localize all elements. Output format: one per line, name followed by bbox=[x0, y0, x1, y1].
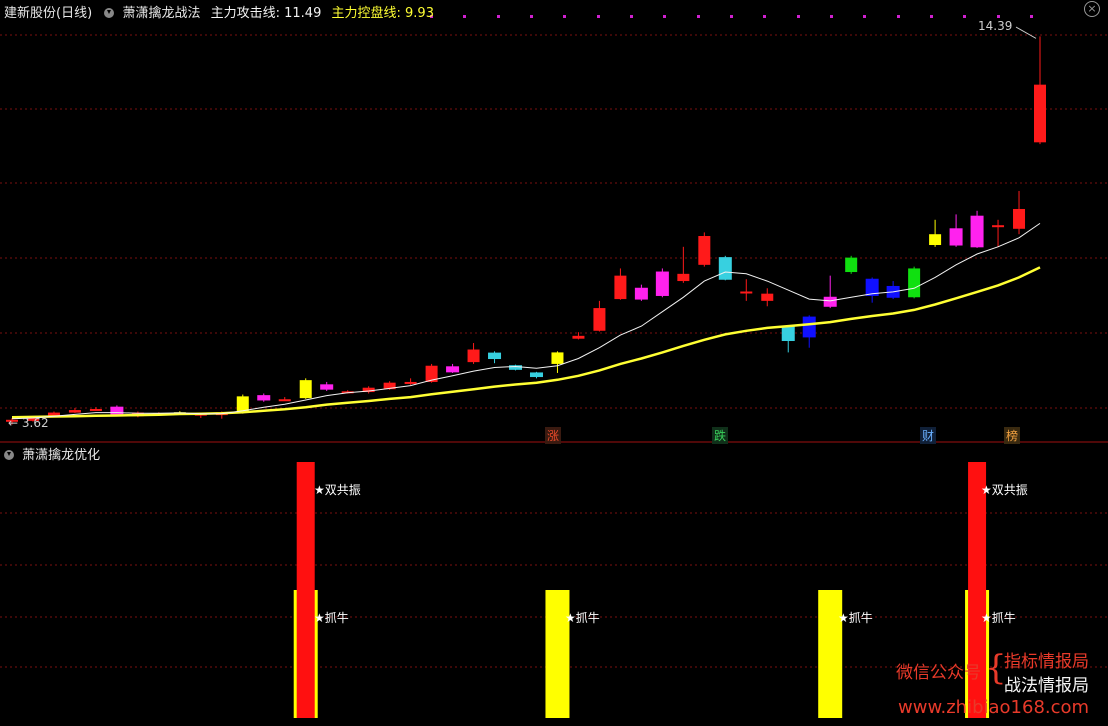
top-marker-dot-1 bbox=[463, 15, 466, 18]
candle-body-15 bbox=[320, 384, 334, 390]
watermark-site: www.zhibiao168.com bbox=[898, 697, 1090, 718]
candle-body-21 bbox=[446, 366, 460, 373]
top-marker-dot-4 bbox=[563, 15, 566, 18]
top-marker-dot-13 bbox=[863, 15, 866, 18]
strategy-name[interactable]: 萧潇擒龙战法 bbox=[122, 6, 200, 21]
double-resonance-bar-0 bbox=[296, 462, 315, 718]
candle-body-28 bbox=[593, 308, 606, 331]
catch-bull-label-2: ★抓牛 bbox=[565, 611, 600, 625]
high-price-label: 14.39 bbox=[978, 19, 1013, 33]
candle-body-3 bbox=[68, 410, 81, 413]
top-marker-dot-2 bbox=[497, 15, 500, 18]
control-line-value: 9.93 bbox=[405, 6, 434, 21]
top-marker-dot-5 bbox=[597, 15, 600, 18]
close-icon[interactable]: × bbox=[1084, 1, 1100, 17]
candle-body-37 bbox=[781, 325, 795, 342]
low-price-label: ← 3.62 bbox=[8, 416, 49, 430]
candle-body-4 bbox=[89, 408, 102, 411]
candle-body-5 bbox=[110, 406, 124, 415]
control-line-label: 主力控盘线: bbox=[331, 6, 401, 21]
candle-body-46 bbox=[970, 215, 984, 248]
candle-body-12 bbox=[257, 395, 271, 401]
top-marker-dot-18 bbox=[1030, 15, 1033, 18]
event-tag-finance-text: 财 bbox=[922, 429, 935, 443]
sub-panel-bars bbox=[293, 462, 990, 718]
double-resonance-label-2: ★双共振 bbox=[981, 483, 1028, 497]
control-line bbox=[11, 266, 1041, 419]
candle-body-35 bbox=[740, 291, 753, 294]
top-marker-dot-10 bbox=[763, 15, 766, 18]
top-marker-dot-6 bbox=[630, 15, 633, 18]
event-tag-fall-text: 跌 bbox=[714, 429, 727, 443]
candle-body-47 bbox=[992, 225, 1005, 228]
candle-body-40 bbox=[845, 257, 858, 273]
candle-body-31 bbox=[655, 271, 669, 296]
grid-lines bbox=[0, 15, 1108, 668]
high-price-pointer bbox=[1015, 26, 1037, 39]
top-marker-dot-11 bbox=[797, 15, 800, 18]
stock-name[interactable]: 建新股份(日线) bbox=[4, 6, 92, 21]
candle-body-14 bbox=[299, 380, 312, 399]
chart-stage: 建新股份(日线) 萧潇擒龙战法 主力攻击线: 11.49 主力控盘线: 9.93… bbox=[0, 0, 1108, 722]
candle-body-49 bbox=[1034, 84, 1046, 143]
candle-body-39 bbox=[823, 296, 837, 307]
indicator-lines bbox=[11, 26, 1041, 420]
event-tag-rank-text: 榜 bbox=[1006, 429, 1019, 443]
candle-body-48 bbox=[1013, 208, 1026, 229]
header-bar: 建新股份(日线) 萧潇擒龙战法 主力攻击线: 11.49 主力控盘线: 9.93 bbox=[4, 2, 434, 21]
catch-bull-label-4: ★抓牛 bbox=[981, 611, 1016, 625]
event-tag-rise-text: 涨 bbox=[547, 429, 560, 443]
sub-panel-dropdown-icon[interactable] bbox=[4, 449, 14, 460]
watermark-line2: 战法情报局 bbox=[1004, 676, 1089, 696]
candle-body-27 bbox=[572, 335, 585, 339]
top-marker-dot-17 bbox=[997, 15, 1000, 18]
dropdown-icon[interactable] bbox=[104, 7, 115, 18]
candle-body-36 bbox=[761, 293, 774, 301]
candles-layer bbox=[6, 36, 1046, 425]
candle-body-13 bbox=[278, 399, 291, 402]
event-tag-finance[interactable]: 财 bbox=[920, 427, 937, 444]
attack-line-label: 主力攻击线: bbox=[210, 6, 280, 21]
event-tag-rise[interactable]: 涨 bbox=[545, 427, 562, 444]
candle-body-26 bbox=[551, 352, 564, 364]
top-marker-dot-15 bbox=[930, 15, 933, 18]
top-marker-dot-9 bbox=[730, 15, 733, 18]
candle-body-44 bbox=[929, 234, 942, 246]
kline-chart bbox=[0, 15, 1108, 718]
candle-body-43 bbox=[908, 268, 921, 298]
sub-panel-title[interactable]: 萧潇擒龙优化 bbox=[22, 448, 100, 463]
candle-body-23 bbox=[488, 352, 502, 360]
candle-body-45 bbox=[949, 228, 963, 246]
candle-body-38 bbox=[802, 316, 816, 338]
top-marker-dot-7 bbox=[663, 15, 666, 18]
low-price-value: 3.62 bbox=[21, 416, 49, 430]
candle-body-25 bbox=[529, 372, 543, 378]
event-tag-rank[interactable]: 榜 bbox=[1004, 427, 1021, 444]
candle-body-19 bbox=[404, 381, 417, 384]
watermark-wechat: 微信公众号 bbox=[896, 663, 981, 683]
candle-body-33 bbox=[698, 236, 711, 265]
catch-bull-label-3: ★抓牛 bbox=[838, 611, 873, 625]
top-marker-dot-8 bbox=[697, 15, 700, 18]
watermark-line1: 指标情报局 bbox=[1004, 652, 1089, 672]
top-marker-dot-12 bbox=[830, 15, 833, 18]
candle-body-29 bbox=[614, 275, 627, 300]
candle-body-22 bbox=[467, 349, 480, 363]
attack-line bbox=[11, 222, 1041, 420]
sub-panel-header: 萧潇擒龙优化 bbox=[4, 444, 100, 463]
catch-bull-label-1: ★抓牛 bbox=[314, 611, 349, 625]
attack-line-value: 11.49 bbox=[284, 6, 322, 21]
candle-body-32 bbox=[677, 273, 690, 282]
top-marker-dot-16 bbox=[963, 15, 966, 18]
event-tag-fall[interactable]: 跌 bbox=[712, 427, 729, 444]
candle-body-34 bbox=[718, 257, 732, 280]
top-marker-dot-3 bbox=[530, 15, 533, 18]
top-marker-dot-14 bbox=[897, 15, 900, 18]
double-resonance-label-1: ★双共振 bbox=[314, 483, 361, 497]
candle-body-30 bbox=[634, 287, 648, 300]
